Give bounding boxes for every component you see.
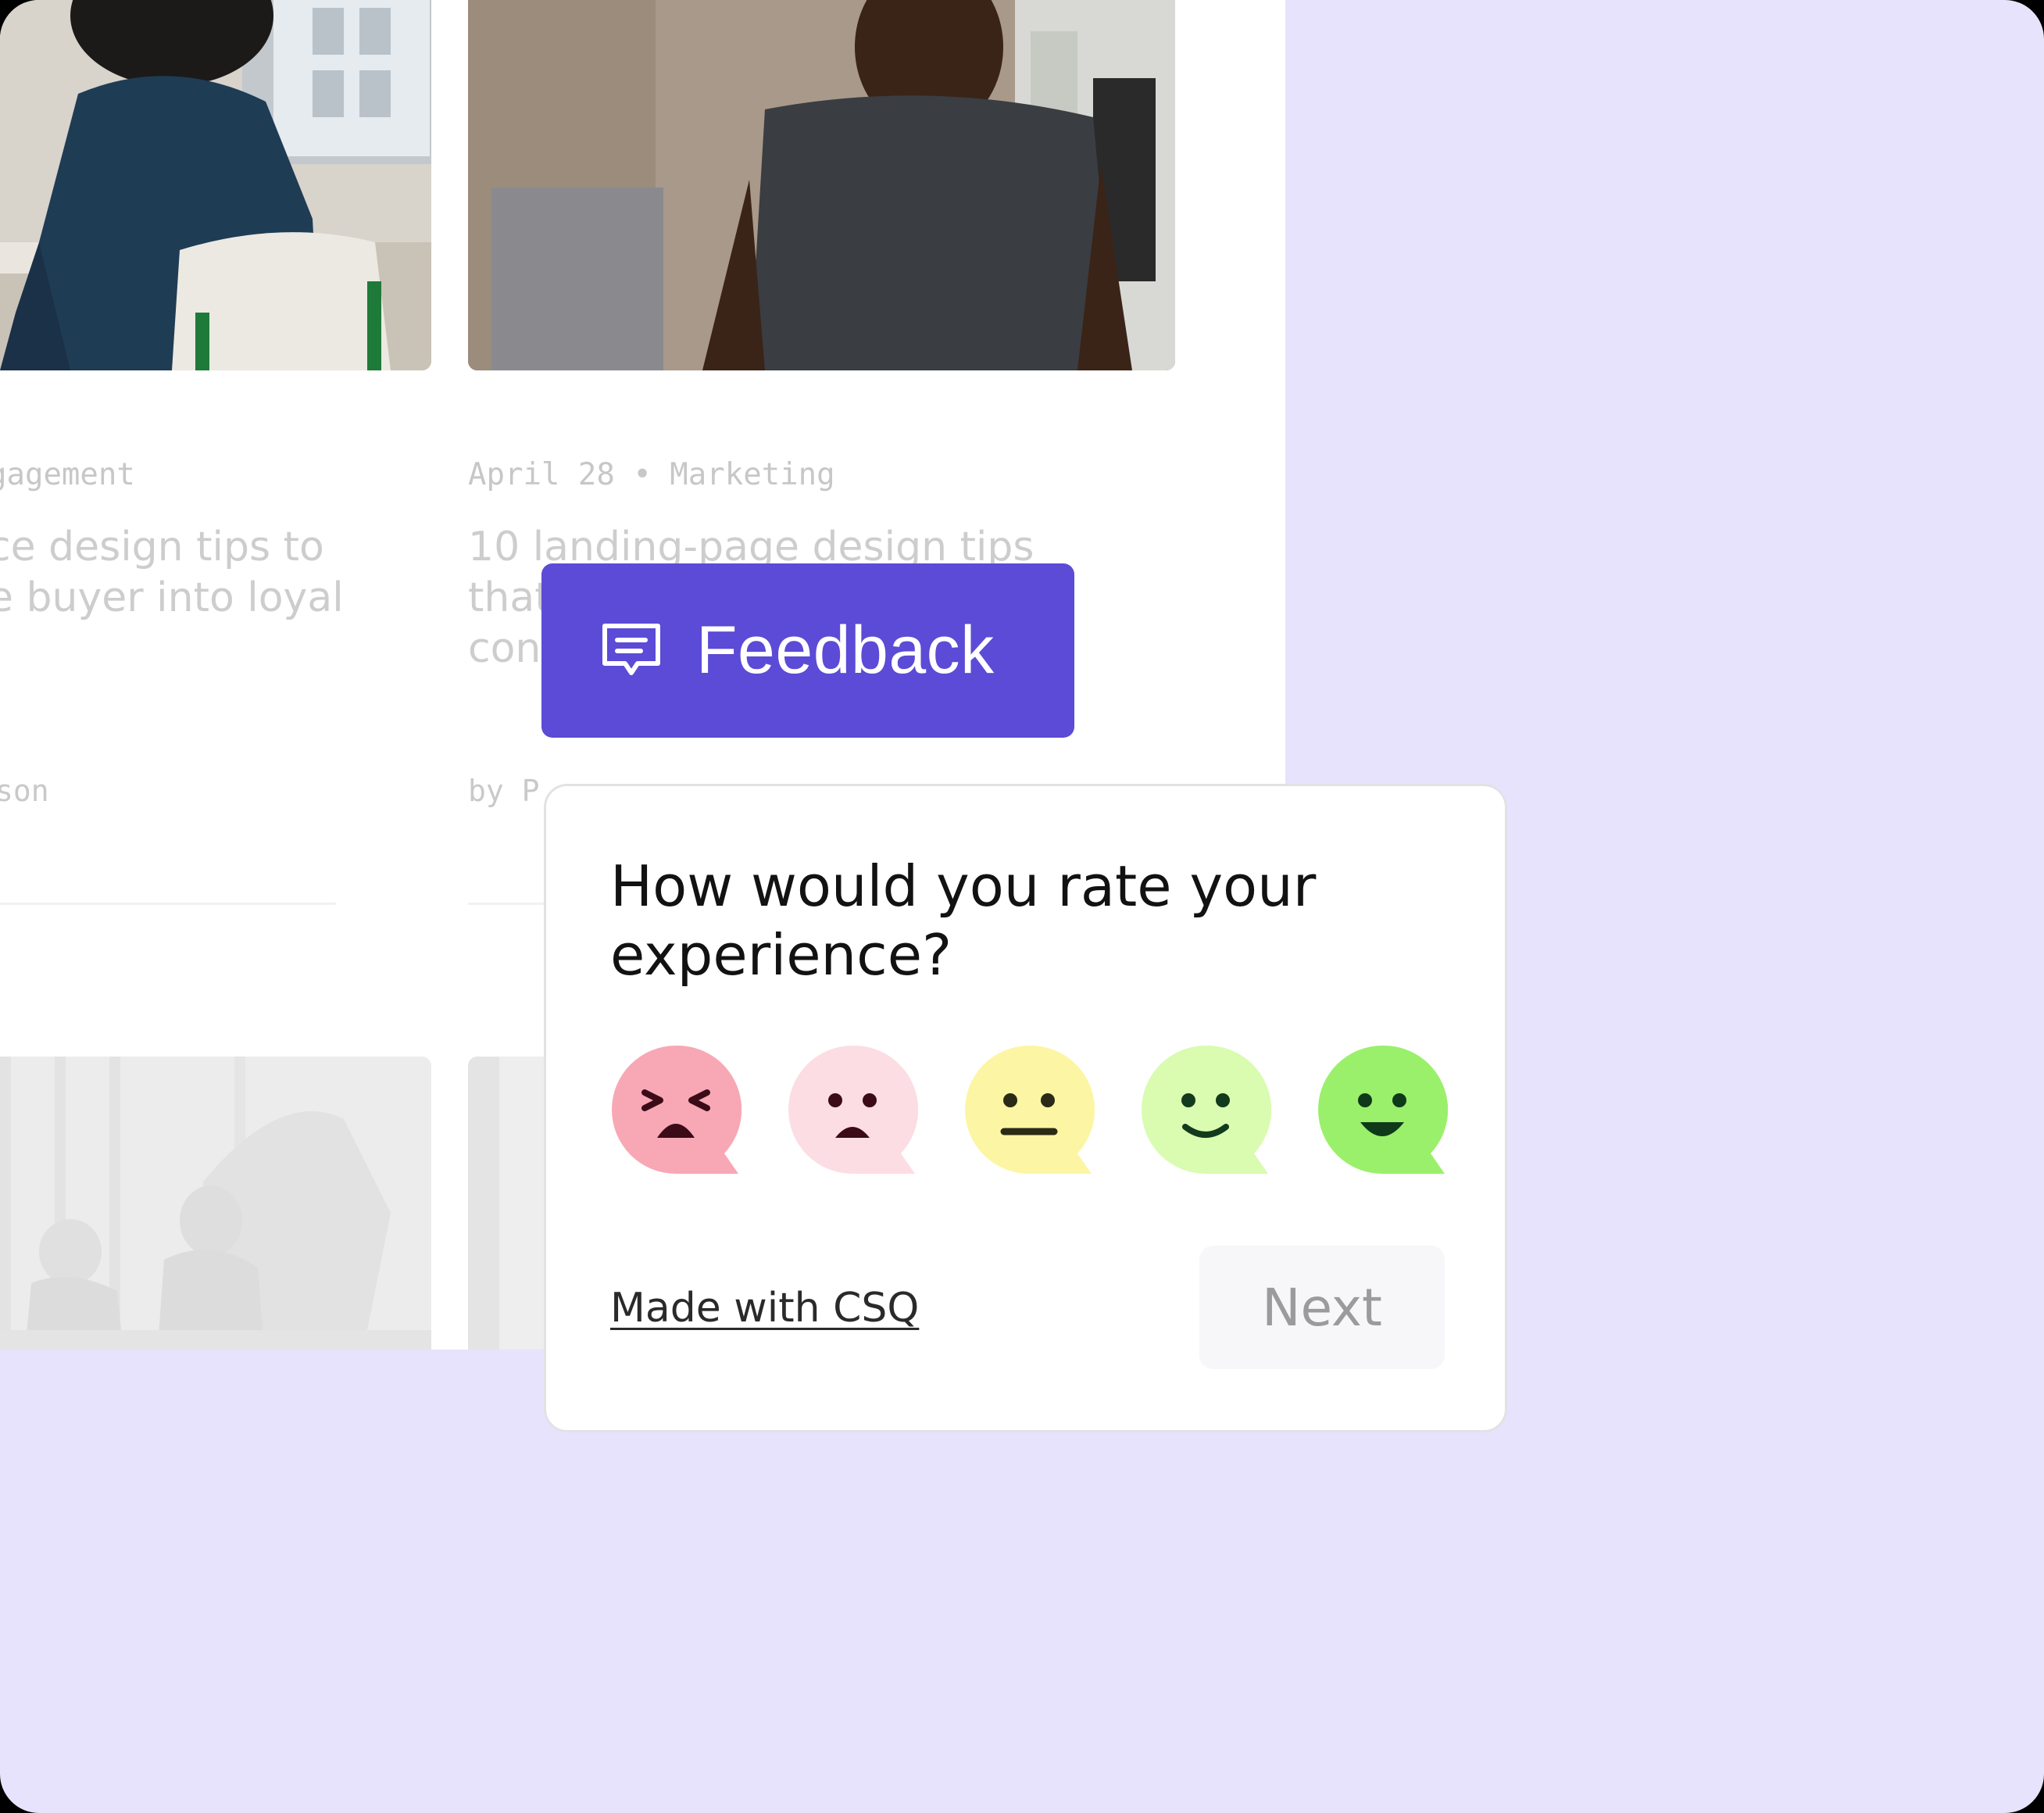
article-2-title-line-2[interactable]: that [468, 573, 551, 624]
article-image-3[interactable] [0, 1057, 431, 1350]
very-satisfied-face-icon [1318, 1045, 1449, 1174]
article-1-title-line-2[interactable]: e buyer into loyal [0, 573, 344, 624]
article-photo-3 [0, 1057, 431, 1350]
article-1-author: son [0, 774, 49, 808]
survey-question: How would you rate your experience? [610, 853, 1317, 988]
rating-option-3[interactable] [963, 1044, 1095, 1177]
article-photo-1 [0, 0, 431, 370]
article-image-1[interactable] [0, 0, 431, 370]
rating-option-4[interactable] [1140, 1044, 1272, 1177]
next-button[interactable]: Next [1199, 1246, 1445, 1369]
feedback-button[interactable]: Feedback [541, 563, 1074, 738]
rating-option-2[interactable] [787, 1044, 919, 1177]
very-dissatisfied-face-icon [612, 1045, 742, 1174]
survey-card: How would you rate your experience? Made… [544, 784, 1507, 1432]
article-photo-2 [468, 0, 1175, 370]
neutral-face-icon [965, 1045, 1095, 1174]
chat-bubble-icon [602, 623, 660, 675]
article-1-divider [0, 903, 336, 905]
dissatisfied-face-icon [788, 1045, 919, 1174]
canvas: gagement ce design tips to e buyer into … [0, 0, 2044, 1813]
article-1-title-line-1[interactable]: ce design tips to [0, 522, 324, 573]
article-1-meta: gagement [0, 457, 135, 492]
rating-option-1[interactable] [610, 1044, 742, 1177]
article-image-2[interactable] [468, 0, 1175, 370]
feedback-button-label: Feedback [696, 613, 995, 688]
satisfied-face-icon [1142, 1045, 1272, 1174]
rating-option-5[interactable] [1317, 1044, 1449, 1177]
article-2-author: by P [468, 774, 540, 808]
article-2-meta: April 28 • Marketing [468, 457, 835, 492]
made-with-csq-link[interactable]: Made with CSQ [610, 1285, 919, 1332]
article-2-title-line-3[interactable]: con [468, 624, 541, 674]
